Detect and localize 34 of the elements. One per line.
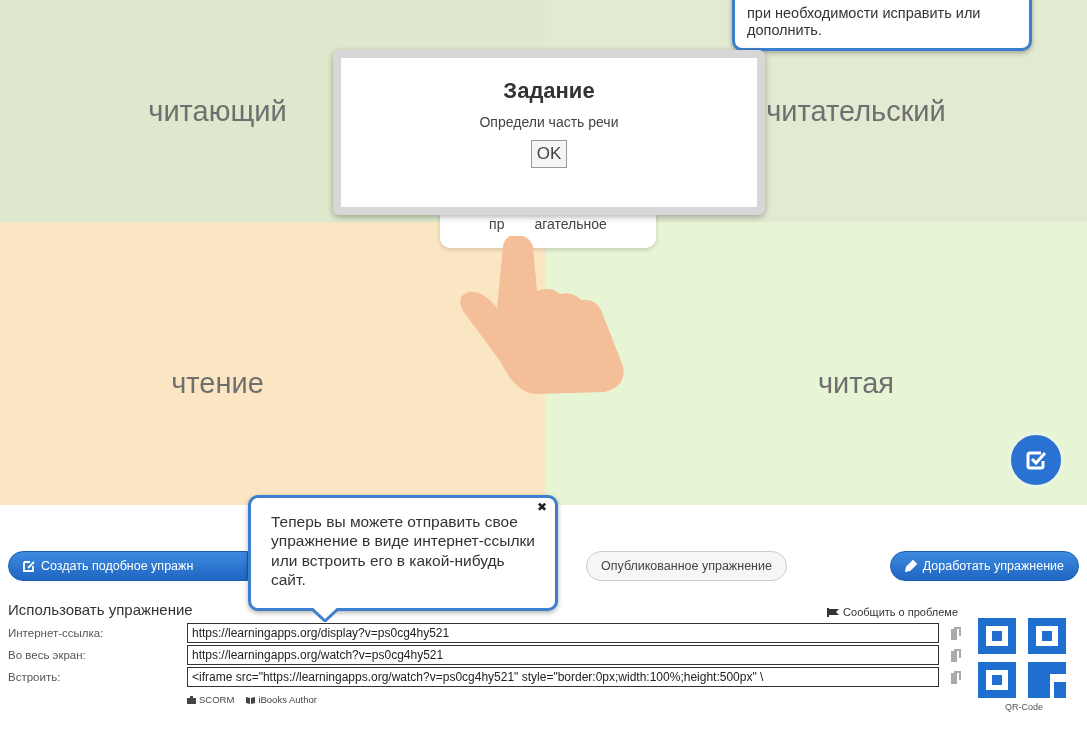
export-link[interactable]: iBooks Author [246, 694, 317, 705]
book-icon [246, 695, 256, 704]
copy-icon[interactable] [951, 626, 961, 640]
pencil-icon [904, 560, 917, 572]
export-link[interactable]: SCORM [187, 694, 235, 705]
section-title: Использовать упражнение [8, 601, 193, 618]
word-label: читательский [766, 94, 946, 128]
close-button[interactable]: ✖ [537, 500, 547, 514]
word-label: читающий [148, 94, 287, 128]
field-label: Интернет-ссылка: [8, 627, 105, 639]
flag-icon [827, 607, 840, 617]
qr-label: QR-Code [1005, 702, 1043, 712]
dialog-text: Определи часть речи [479, 114, 619, 130]
dialog-title: Задание [503, 78, 595, 104]
action-button[interactable]: Доработать упражнение [889, 551, 1079, 581]
report-link[interactable]: Сообщить о проблеме [827, 606, 958, 618]
word-label: чтение [171, 367, 264, 400]
link-field[interactable]: https://learningapps.org/watch?v=ps0cg4hy521 [187, 645, 939, 665]
action-button[interactable]: Создать подобное упражн [8, 551, 248, 581]
copy-icon[interactable] [951, 648, 961, 662]
copy-icon[interactable] [951, 670, 961, 684]
hint-text: при необходимости исправить или дополнить. [747, 5, 982, 40]
edit-box-icon [23, 560, 35, 572]
card-text: пр [489, 216, 505, 232]
word-label: читая [817, 367, 895, 400]
ok-button[interactable]: OK [530, 140, 568, 168]
link-field[interactable]: <iframe src="https://learningapps.org/watch?v=ps0cg4hy521" style="border:0px;width:100%;height:500px" \ [187, 667, 939, 687]
card-text: агательное [534, 216, 607, 232]
check-square-icon [1025, 449, 1047, 471]
hint-text: Теперь вы можете отправить свое упражнение в виде интернет-ссылки или встроить его в какой-нибудь сайт. [271, 512, 536, 590]
action-button[interactable]: Опубликованное упражнение [586, 551, 787, 581]
briefcase-icon [187, 695, 196, 704]
field-label: Встроить: [8, 671, 62, 683]
field-label: Во весь экран: [8, 649, 87, 661]
